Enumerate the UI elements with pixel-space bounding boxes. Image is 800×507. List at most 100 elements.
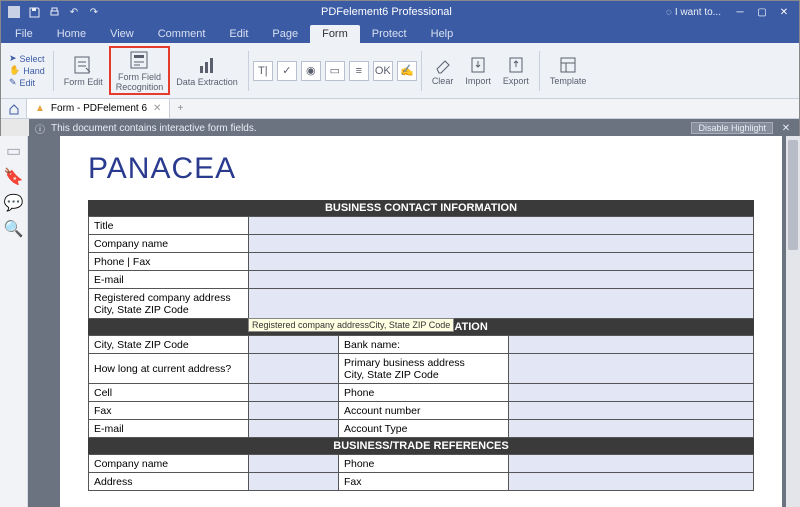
field-email2[interactable] — [249, 420, 339, 438]
redo-icon[interactable]: ↷ — [87, 5, 101, 19]
field-primary-addr[interactable] — [509, 354, 754, 384]
field-bank[interactable] — [509, 336, 754, 354]
eraser-icon — [433, 55, 453, 75]
title-bar: ↶ ↷ PDFelement6 Professional ◌I want to.… — [1, 1, 799, 23]
textfield-icon[interactable]: T| — [253, 61, 273, 81]
label-cell: Cell — [89, 384, 249, 402]
thumbnails-icon[interactable]: ▭ — [7, 144, 21, 158]
field-account-no[interactable] — [509, 402, 754, 420]
selection-tools: ➤Select ✋Hand ✎Edit — [5, 51, 49, 90]
field-ref-fax[interactable] — [509, 473, 754, 491]
cursor-icon: ➤ — [9, 53, 17, 64]
document-logo: PANACEA — [88, 152, 754, 186]
label-howlong: How long at current address? — [89, 354, 249, 384]
close-tab-icon[interactable]: ✕ — [153, 103, 161, 114]
field-fax[interactable] — [249, 402, 339, 420]
document-tabs: ▲ Form - PDFelement 6 ✕ + — [1, 99, 799, 119]
label-city-zip: City, State ZIP Code — [89, 336, 249, 354]
tab-view[interactable]: View — [98, 25, 146, 43]
comments-icon[interactable]: 💬 — [7, 196, 21, 210]
label-fax: Fax — [89, 402, 249, 420]
add-tab-button[interactable]: + — [170, 103, 190, 114]
list-icon[interactable]: ≡ — [349, 61, 369, 81]
hand-icon: ✋ — [9, 65, 20, 76]
select-tool[interactable]: ➤Select — [9, 53, 45, 64]
home-icon — [8, 103, 20, 115]
document-tab-label: Form - PDFelement 6 — [51, 103, 147, 114]
field-cell[interactable] — [249, 384, 339, 402]
label-phone: Phone — [339, 384, 509, 402]
tab-file[interactable]: File — [3, 25, 45, 43]
document-tab[interactable]: ▲ Form - PDFelement 6 ✕ — [27, 99, 170, 118]
field-company[interactable] — [249, 235, 754, 253]
label-reg-addr: Registered company addressCity, State ZI… — [89, 289, 249, 319]
save-icon[interactable] — [27, 5, 41, 19]
close-button[interactable]: ✕ — [773, 3, 795, 21]
undo-icon[interactable]: ↶ — [67, 5, 81, 19]
maximize-button[interactable]: ▢ — [751, 3, 773, 21]
label-email2: E-mail — [89, 420, 249, 438]
field-account-type[interactable] — [509, 420, 754, 438]
edit-tool[interactable]: ✎Edit — [9, 77, 45, 88]
edit-icon: ✎ — [9, 77, 17, 88]
tab-home[interactable]: Home — [45, 25, 98, 43]
field-email[interactable] — [249, 271, 754, 289]
home-tab-button[interactable] — [1, 99, 27, 118]
field-ref-phone[interactable] — [509, 455, 754, 473]
clear-button[interactable]: Clear — [426, 53, 460, 89]
radio-icon[interactable]: ◉ — [301, 61, 321, 81]
tab-edit[interactable]: Edit — [217, 25, 260, 43]
tab-protect[interactable]: Protect — [360, 25, 419, 43]
field-phone[interactable] — [509, 384, 754, 402]
label-ref-address: Address — [89, 473, 249, 491]
app-title: PDFelement6 Professional — [107, 6, 666, 18]
disable-highlight-button[interactable]: Disable Highlight — [691, 122, 773, 134]
search-icon[interactable]: 🔍 — [7, 222, 21, 236]
tab-page[interactable]: Page — [260, 25, 310, 43]
warning-icon: ▲ — [35, 103, 45, 114]
label-account-no: Account number — [339, 402, 509, 420]
hand-tool[interactable]: ✋Hand — [9, 65, 45, 76]
field-phonefax[interactable] — [249, 253, 754, 271]
print-icon[interactable] — [47, 5, 61, 19]
minimize-button[interactable]: ─ — [729, 3, 751, 21]
tab-comment[interactable]: Comment — [146, 25, 218, 43]
import-icon — [468, 55, 488, 75]
signature-icon[interactable]: ✍ — [397, 61, 417, 81]
field-ref-company[interactable] — [249, 455, 339, 473]
quick-access: ↶ ↷ — [1, 5, 107, 19]
field-howlong[interactable] — [249, 354, 339, 384]
i-want-to[interactable]: ◌I want to... — [666, 7, 721, 18]
info-table: City, State ZIP Code Bank name: How long… — [88, 335, 754, 438]
page: PANACEA BUSINESS CONTACT INFORMATION Tit… — [60, 136, 782, 507]
field-ref-address[interactable] — [249, 473, 339, 491]
references-table: Company name Phone Address Fax — [88, 454, 754, 491]
label-ref-fax: Fax — [339, 473, 509, 491]
tooltip: Registered company addressCity, State ZI… — [248, 318, 454, 332]
form-field-recognition-button[interactable]: Form Field Recognition — [109, 46, 171, 96]
field-city-zip[interactable] — [249, 336, 339, 354]
bookmarks-icon[interactable]: 🔖 — [7, 170, 21, 184]
import-button[interactable]: Import — [459, 53, 497, 89]
label-ref-phone: Phone — [339, 455, 509, 473]
extraction-icon — [196, 54, 218, 76]
tab-form[interactable]: Form — [310, 25, 360, 43]
close-infobar-button[interactable]: ✕ — [779, 123, 793, 134]
scrollbar[interactable] — [786, 136, 800, 507]
button-icon[interactable]: OK — [373, 61, 393, 81]
checkbox-icon[interactable]: ✓ — [277, 61, 297, 81]
template-icon — [558, 55, 578, 75]
field-title[interactable] — [249, 217, 754, 235]
scrollbar-thumb[interactable] — [788, 140, 798, 250]
tab-help[interactable]: Help — [419, 25, 466, 43]
data-extraction-button[interactable]: Data Extraction — [170, 52, 244, 90]
info-bar: ⓘ This document contains interactive for… — [29, 119, 799, 137]
app-icon — [7, 5, 21, 19]
field-reg-addr[interactable] — [249, 289, 754, 319]
label-primary-addr: Primary business addressCity, State ZIP … — [339, 354, 509, 384]
combo-icon[interactable]: ▭ — [325, 61, 345, 81]
lightbulb-icon: ◌ — [666, 7, 672, 18]
form-edit-button[interactable]: Form Edit — [58, 52, 109, 90]
export-button[interactable]: Export — [497, 53, 535, 89]
template-button[interactable]: Template — [544, 53, 593, 89]
